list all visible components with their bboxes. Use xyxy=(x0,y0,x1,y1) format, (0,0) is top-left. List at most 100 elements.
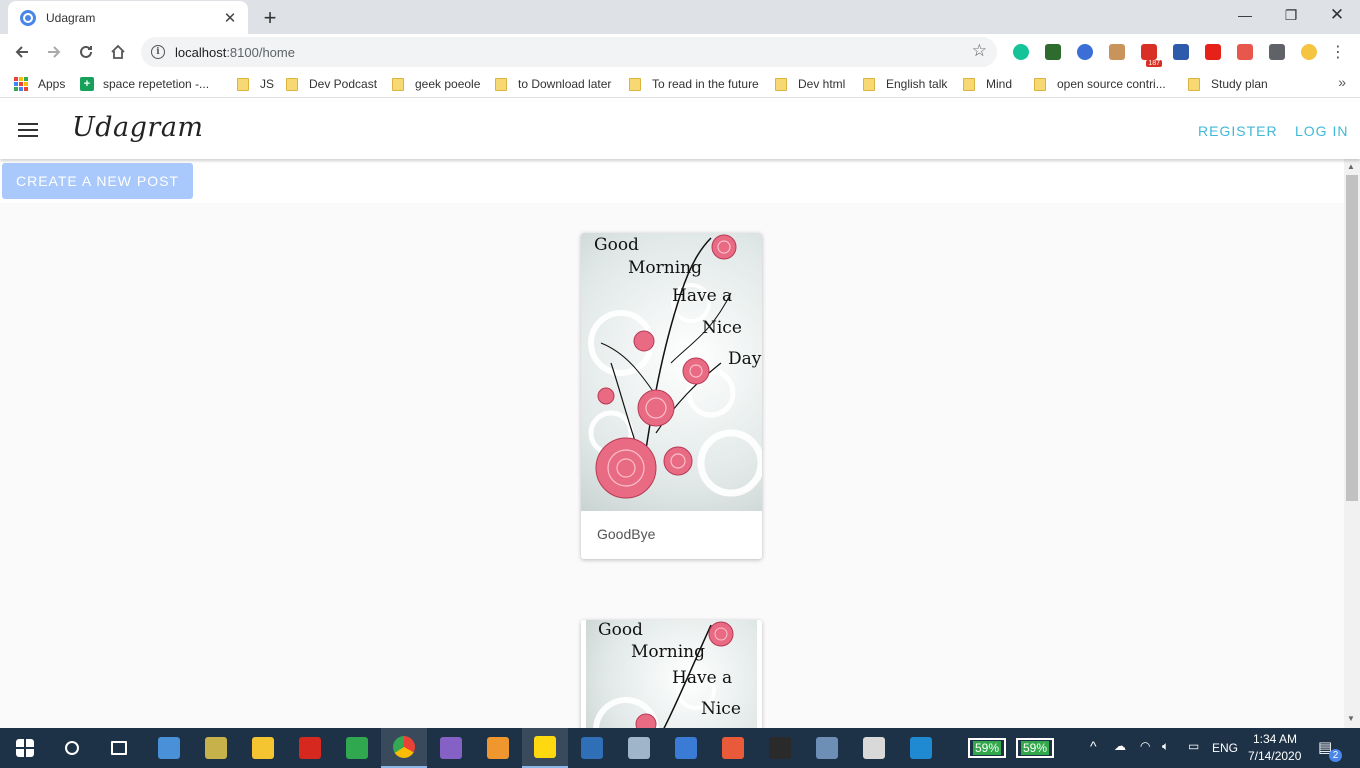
scrollbar-thumb[interactable] xyxy=(1346,175,1358,501)
restore-button[interactable]: ❐ xyxy=(1268,0,1314,30)
power-icon[interactable]: ▭ xyxy=(1188,739,1199,753)
browser-tab[interactable]: Udagram ✕ xyxy=(8,1,248,34)
hamburger-menu-icon[interactable] xyxy=(18,123,38,137)
bookmark-label: To read in the future xyxy=(652,77,759,91)
clock-time[interactable]: 1:34 AM xyxy=(1253,732,1297,746)
post-image: Good Morning Have a Nice xyxy=(586,620,757,728)
bookmark-item[interactable]: Dev Podcast xyxy=(286,75,377,93)
show-hidden-icons-icon[interactable]: ^ xyxy=(1090,738,1097,754)
yoast-icon[interactable] xyxy=(1168,40,1194,64)
url-path: :8100/home xyxy=(226,44,295,60)
folder-icon xyxy=(863,77,875,91)
wifi-icon[interactable]: ◠ xyxy=(1140,739,1150,753)
gmail-icon[interactable]: 187 xyxy=(1136,40,1162,67)
post-image: Good Morning Have a Nice Day xyxy=(581,233,762,511)
bookmark-label: Dev html xyxy=(798,77,846,91)
apps-grid-icon xyxy=(14,77,28,91)
volume-icon[interactable]: 🔈︎ xyxy=(1162,739,1169,754)
new-tab-button[interactable]: + xyxy=(258,5,282,31)
scroll-up-icon[interactable]: ▲ xyxy=(1347,162,1355,171)
vscode-icon[interactable] xyxy=(898,728,944,768)
elephant-icon[interactable] xyxy=(804,728,850,768)
circle-extension-icon[interactable] xyxy=(1072,40,1098,64)
bookmark-item[interactable]: Apps xyxy=(14,75,65,93)
bookmark-label: geek poeole xyxy=(415,77,481,91)
photos-icon[interactable] xyxy=(616,728,662,768)
folder-icon xyxy=(237,77,249,91)
bookmark-item[interactable]: JS xyxy=(237,75,274,93)
udagram-favicon-icon xyxy=(20,9,36,26)
post-card[interactable]: Good Morning Have a Nice xyxy=(581,620,762,728)
bookmark-item[interactable]: To read in the future xyxy=(629,75,759,93)
clock-date[interactable]: 7/14/2020 xyxy=(1248,749,1301,763)
profile-avatar-icon[interactable] xyxy=(1296,40,1322,64)
bookmark-item[interactable]: Mind xyxy=(963,75,1012,93)
scroll-down-icon[interactable]: ▼ xyxy=(1347,714,1355,723)
bookmark-label: space repetetion -... xyxy=(103,77,210,91)
folder-icon xyxy=(629,77,641,91)
powershell-icon[interactable] xyxy=(569,728,615,768)
bookmark-item[interactable]: to Download later xyxy=(495,75,611,93)
bookmark-item[interactable]: Study plan xyxy=(1188,75,1268,93)
language-indicator[interactable]: ENG xyxy=(1212,741,1238,755)
app-header: Udagram REGISTER LOG IN xyxy=(0,101,1360,159)
search-icon[interactable] xyxy=(49,728,95,768)
image-text: Morning xyxy=(631,642,705,662)
image-text: Nice xyxy=(701,699,741,719)
more-bookmarks-icon[interactable]: » xyxy=(1338,74,1346,90)
terminal-icon[interactable] xyxy=(757,728,803,768)
acrobat-icon[interactable] xyxy=(287,728,333,768)
grammarly-icon[interactable] xyxy=(1008,40,1034,64)
hat-extension-icon[interactable] xyxy=(1040,40,1066,64)
browser-toolbar: i localhost:8100/home ☆ 187 ⋮ xyxy=(0,34,1360,70)
tools-icon[interactable] xyxy=(193,728,239,768)
bookmark-item[interactable]: + space repetetion -... xyxy=(80,75,209,93)
remote-desktop-icon[interactable] xyxy=(146,728,192,768)
chrome-icon[interactable] xyxy=(381,728,427,768)
youtube-icon[interactable] xyxy=(1200,40,1226,64)
app-title: Udagram xyxy=(72,112,204,143)
nodes-extension-icon[interactable] xyxy=(1232,40,1258,64)
blue-circle-icon[interactable] xyxy=(663,728,709,768)
close-window-button[interactable]: ✕ xyxy=(1314,0,1360,30)
box-extension-icon[interactable] xyxy=(1104,40,1130,64)
forward-button[interactable] xyxy=(38,36,70,68)
bookmark-item[interactable]: English talk xyxy=(863,75,947,93)
page-scrollbar[interactable]: ▲ ▼ xyxy=(1344,159,1360,728)
bookmark-label: JS xyxy=(260,77,275,91)
reload-button[interactable] xyxy=(70,36,102,68)
notepad-icon[interactable] xyxy=(851,728,897,768)
bookmark-item[interactable]: geek poeole xyxy=(392,75,480,93)
git-icon[interactable] xyxy=(710,728,756,768)
register-button[interactable]: REGISTER xyxy=(1198,123,1278,139)
orange-app-icon[interactable] xyxy=(475,728,521,768)
file-explorer-icon[interactable] xyxy=(240,728,286,768)
chrome-menu-icon[interactable]: ⋮ xyxy=(1322,36,1354,68)
post-card[interactable]: Good Morning Have a Nice Day GoodBye xyxy=(581,233,762,559)
close-tab-icon[interactable]: ✕ xyxy=(222,9,238,27)
battery-indicator[interactable]: 59% xyxy=(968,738,1007,758)
battery-indicator-2[interactable]: 59% xyxy=(1016,738,1055,758)
task-view-icon[interactable] xyxy=(96,728,142,768)
puzzle-extensions-icon[interactable] xyxy=(1264,40,1290,64)
create-new-post-button[interactable]: CREATE A NEW POST xyxy=(2,163,193,199)
back-button[interactable] xyxy=(6,36,38,68)
bookmark-item[interactable]: open source contri... xyxy=(1034,75,1166,93)
minimize-button[interactable]: — xyxy=(1222,0,1268,30)
bookmark-label: to Download later xyxy=(518,77,612,91)
image-text: Have a xyxy=(672,286,733,306)
address-bar[interactable]: i localhost:8100/home ☆ xyxy=(141,37,997,67)
visual-studio-icon[interactable] xyxy=(428,728,474,768)
login-button[interactable]: LOG IN xyxy=(1295,123,1348,139)
start-icon[interactable] xyxy=(2,728,48,768)
extensions-area: 187 xyxy=(1008,40,1322,67)
bookmark-label: Mind xyxy=(986,77,1013,91)
site-info-icon[interactable]: i xyxy=(151,45,165,59)
green-app-icon[interactable] xyxy=(334,728,380,768)
bookmark-item[interactable]: Dev html xyxy=(775,75,845,93)
bookmark-star-icon[interactable]: ☆ xyxy=(972,41,987,61)
tray-app-icon[interactable]: ☁ xyxy=(1114,739,1126,753)
sticky-notes-icon[interactable] xyxy=(522,728,568,768)
home-button[interactable] xyxy=(102,36,134,68)
browser-tab-strip: Udagram ✕ + — ❐ ✕ xyxy=(0,0,1360,34)
